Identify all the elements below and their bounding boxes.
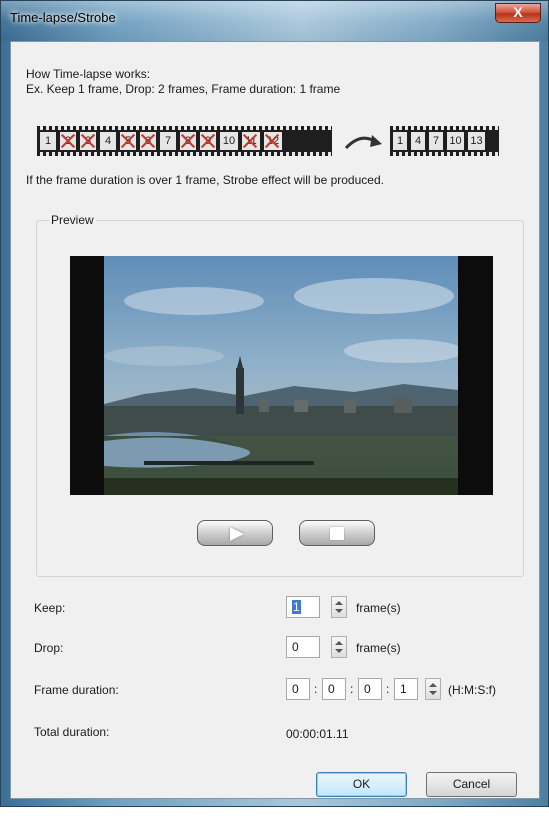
dropped-frame: 9 — [200, 132, 216, 150]
stop-button[interactable] — [299, 520, 375, 546]
dropped-frame: 2 — [60, 132, 76, 150]
dropped-frame: 3 — [80, 132, 96, 150]
keep-unit: frame(s) — [356, 601, 401, 615]
dropped-frame: 6 — [140, 132, 156, 150]
dialog-body: How Time-lapse works: Ex. Keep 1 frame, … — [10, 41, 540, 799]
frame-duration-format: (H:M:S:f) — [448, 683, 496, 697]
hours-value: 0 — [292, 682, 299, 696]
drop-value: 0 — [292, 640, 299, 654]
dialog-window: Time-lapse/Strobe X How Time-lapse works… — [0, 0, 549, 807]
frame-duration-minutes[interactable]: 0 — [322, 678, 346, 700]
result-frame: 1 — [393, 132, 407, 150]
total-duration-label: Total duration: — [34, 725, 110, 739]
how-it-works-heading: How Time-lapse works: — [26, 67, 151, 81]
kept-frame: 10 — [220, 132, 238, 150]
close-button[interactable]: X — [495, 3, 541, 23]
total-duration-value: 00:00:01.11 — [286, 727, 349, 741]
dropped-frame: 5 — [120, 132, 136, 150]
source-film-strip: 1 2 3 4 5 6 7 8 9 10 11 12 — [37, 126, 332, 156]
drop-spinner[interactable] — [331, 636, 347, 658]
ok-button[interactable]: OK — [316, 772, 407, 797]
frame-duration-frames[interactable]: 1 — [394, 678, 418, 700]
drop-label: Drop: — [34, 641, 64, 655]
strobe-note: If the frame duration is over 1 frame, S… — [26, 173, 384, 187]
result-frame: 13 — [468, 132, 485, 150]
frame-duration-hours[interactable]: 0 — [286, 678, 310, 700]
minutes-value: 0 — [328, 682, 335, 696]
result-frame: 10 — [447, 132, 464, 150]
preview-group-label: Preview — [49, 213, 96, 227]
stop-icon — [330, 527, 344, 540]
drop-input[interactable]: 0 — [286, 636, 320, 658]
seconds-value: 0 — [364, 682, 371, 696]
keep-spinner[interactable] — [331, 596, 347, 618]
keep-value: 1 — [292, 600, 301, 614]
frame-duration-spinner[interactable] — [425, 678, 441, 700]
title-bar[interactable]: Time-lapse/Strobe X — [1, 1, 548, 41]
kept-frame: 7 — [160, 132, 176, 150]
dropped-frame: 8 — [180, 132, 196, 150]
preview-video-frame — [104, 256, 458, 495]
frames-value: 1 — [400, 682, 407, 696]
time-separator: : — [350, 682, 354, 696]
curved-arrow-right-icon — [344, 135, 382, 150]
play-button[interactable] — [197, 520, 273, 546]
close-icon: X — [513, 4, 523, 20]
dropped-frame: 11 — [242, 132, 260, 150]
dropped-frame: 12 — [264, 132, 282, 150]
window-title: Time-lapse/Strobe — [10, 10, 116, 25]
kept-frame: 4 — [100, 132, 116, 150]
result-film-strip: 1 4 7 10 13 — [390, 126, 499, 156]
example-text: Ex. Keep 1 frame, Drop: 2 frames, Frame … — [26, 82, 341, 96]
time-separator: : — [386, 682, 390, 696]
kept-frame: 1 — [40, 132, 56, 150]
play-icon — [230, 527, 244, 541]
keep-label: Keep: — [34, 601, 66, 615]
result-frame: 4 — [411, 132, 425, 150]
time-separator: : — [314, 682, 318, 696]
result-frame: 7 — [429, 132, 443, 150]
frame-duration-seconds[interactable]: 0 — [358, 678, 382, 700]
preview-panel — [70, 256, 493, 495]
frame-duration-label: Frame duration: — [34, 683, 119, 697]
cancel-button[interactable]: Cancel — [426, 772, 517, 797]
keep-input[interactable]: 1 — [286, 596, 320, 618]
drop-unit: frame(s) — [356, 641, 401, 655]
